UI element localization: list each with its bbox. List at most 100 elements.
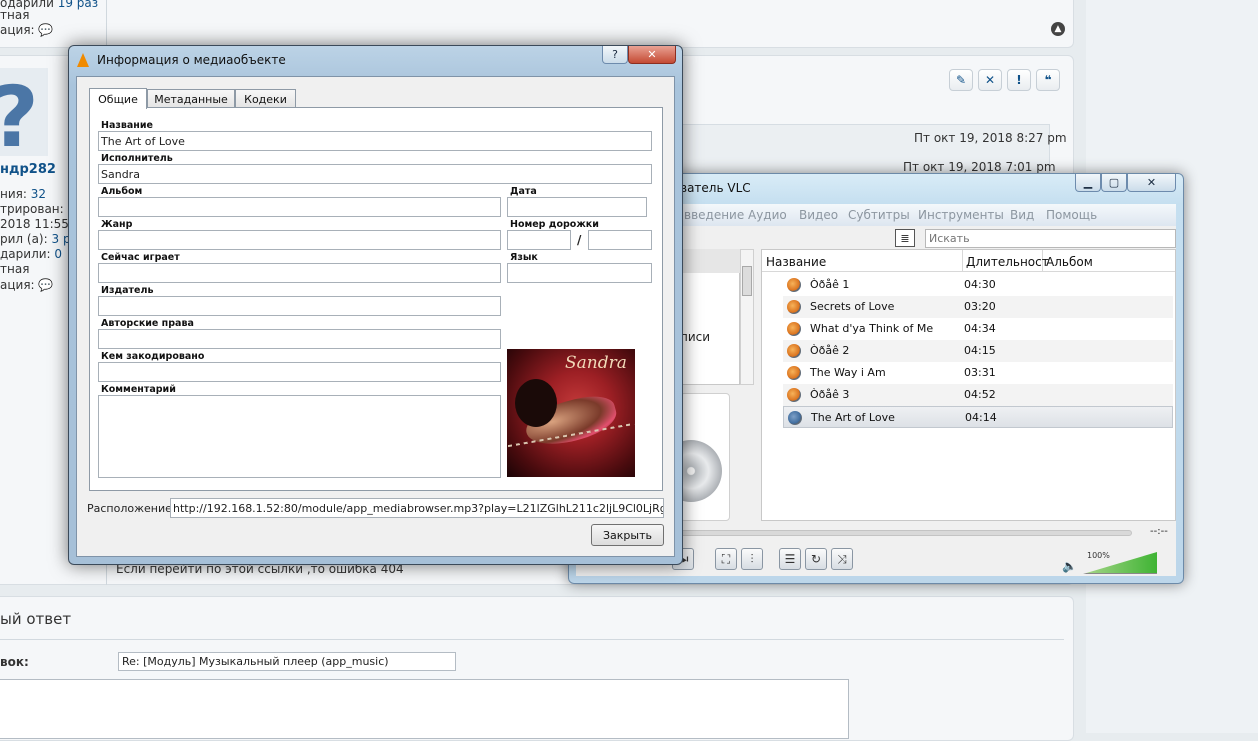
reply-heading: ый ответ xyxy=(0,610,72,628)
forum-stat-received: дарили: 0 xyxy=(0,247,63,261)
playlist-row[interactable]: Òðåê 3 04:52 xyxy=(783,384,1173,406)
volume-icon[interactable]: 🔈 xyxy=(1062,559,1077,573)
forum-stat-registered: трирован: С xyxy=(0,202,76,216)
label-artist: Исполнитель xyxy=(101,153,173,164)
playlist-row[interactable]: Òðåê 2 04:15 xyxy=(783,340,1173,362)
speech-bubble-icon[interactable]: 💬 xyxy=(38,278,53,292)
menu-tools[interactable]: Инструменты xyxy=(918,208,1004,222)
location-field[interactable]: http://192.168.1.52:80/module/app_mediab… xyxy=(170,498,664,518)
forum-stat-thanked: рил (а): 3 р xyxy=(0,232,71,246)
label-now-playing: Сейчас играет xyxy=(101,252,180,263)
menu-help[interactable]: Помощь xyxy=(1046,208,1097,222)
language-field[interactable] xyxy=(507,263,652,283)
playlist-row[interactable]: Secrets of Love 03:20 xyxy=(783,296,1173,318)
reply-divider xyxy=(0,639,1064,640)
post-date-1: Пт окт 19, 2018 8:27 pm xyxy=(914,131,1067,145)
time-display: --:-- xyxy=(1150,526,1168,537)
loop-button[interactable]: ↻ xyxy=(805,548,827,570)
label-copyright: Авторские права xyxy=(101,318,194,329)
message-textarea[interactable] xyxy=(0,679,849,739)
tab-metadata[interactable]: Метаданные xyxy=(147,89,235,109)
speech-bubble-icon[interactable]: 💬 xyxy=(38,23,53,37)
playlist-view-toggle-icon[interactable]: ≣ xyxy=(895,229,915,247)
vlc-cone-icon xyxy=(77,53,89,67)
playlist-row-selected[interactable]: The Art of Love 04:14 xyxy=(783,406,1173,428)
label-track-number: Номер дорожки xyxy=(510,219,599,230)
forum-stat-date: 2018 11:55 xyxy=(0,217,69,231)
track-separator: / xyxy=(577,233,582,247)
tab-general[interactable]: Общие xyxy=(89,88,147,109)
publisher-field[interactable] xyxy=(98,296,501,316)
label-language: Язык xyxy=(510,252,538,263)
scroll-top-icon[interactable]: ▲ xyxy=(1051,22,1065,36)
shuffle-button[interactable]: ⤨ xyxy=(831,548,853,570)
menu-playback[interactable]: введение xyxy=(684,208,744,222)
label-genre: Жанр xyxy=(101,219,133,230)
subject-label: вок: xyxy=(0,655,29,669)
edit-post-button[interactable]: ✎ xyxy=(949,69,973,91)
now-playing-field[interactable] xyxy=(98,263,501,283)
column-album[interactable]: Альбом xyxy=(1046,255,1093,269)
forum-top-panel xyxy=(0,0,1074,48)
menu-audio[interactable]: Аудио xyxy=(748,208,787,222)
playlist-row[interactable]: Òðåê 1 04:30 xyxy=(783,274,1173,296)
menu-subtitles[interactable]: Субтитры xyxy=(848,208,910,222)
encoded-by-field[interactable] xyxy=(98,362,501,382)
track-number-field[interactable] xyxy=(507,230,571,250)
menu-view[interactable]: Вид xyxy=(1010,208,1034,222)
location-label: Расположение: xyxy=(87,502,176,515)
cover-title: Sandra xyxy=(565,353,627,373)
fullscreen-button[interactable]: ⛶ xyxy=(715,548,737,570)
avatar-question-icon: ? xyxy=(0,75,39,159)
tab-codecs[interactable]: Кодеки xyxy=(235,89,296,109)
artist-field[interactable]: Sandra xyxy=(98,164,652,184)
playlist-row[interactable]: What d'ya Think of Me 04:34 xyxy=(783,318,1173,340)
sidebar-item-partial[interactable]: писи xyxy=(680,330,710,344)
dialog-help-button[interactable]: ? xyxy=(602,46,628,64)
vlc-media-icon xyxy=(787,344,801,358)
subject-input[interactable]: Re: [Модуль] Музыкальный плеер (app_musi… xyxy=(118,652,456,671)
genre-field[interactable] xyxy=(98,230,501,250)
dialog-title: Информация о медиаобъекте xyxy=(97,53,286,67)
seek-bar[interactable] xyxy=(680,530,1132,536)
label-title: Название xyxy=(101,120,153,131)
title-field[interactable]: The Art of Love xyxy=(98,131,652,151)
comment-field[interactable] xyxy=(98,395,501,478)
report-post-button[interactable]: ! xyxy=(1007,69,1031,91)
track-total-field[interactable] xyxy=(588,230,652,250)
sidebar-header xyxy=(680,249,740,273)
menu-video[interactable]: Видео xyxy=(799,208,838,222)
forum-stat-reputation: ация: 💬 xyxy=(0,278,54,292)
label-publisher: Издатель xyxy=(101,285,154,296)
maximize-button[interactable]: ▢ xyxy=(1101,174,1127,192)
volume-label: 100% xyxy=(1087,551,1110,560)
forum-username[interactable]: ндр282 xyxy=(0,162,56,177)
forum-stat-word: тная xyxy=(0,262,30,276)
playlist-search-input[interactable] xyxy=(925,229,1176,248)
minimize-button[interactable]: ▁ xyxy=(1075,174,1101,192)
vlc-close-button[interactable]: ✕ xyxy=(1127,174,1176,192)
vlc-media-icon xyxy=(787,366,801,380)
column-title[interactable]: Название xyxy=(766,255,826,269)
column-duration[interactable]: Длительност xyxy=(966,255,1049,269)
forum-top-reputation: ация: 💬 xyxy=(0,23,54,37)
label-encoded-by: Кем закодировано xyxy=(101,351,205,362)
label-date: Дата xyxy=(510,186,537,197)
album-field[interactable] xyxy=(98,197,501,217)
playlist-button[interactable]: ☰ xyxy=(779,548,801,570)
dialog-close-button[interactable]: Закрыть xyxy=(591,524,664,546)
playlist-row[interactable]: The Way i Am 03:31 xyxy=(783,362,1173,384)
copyright-field[interactable] xyxy=(98,329,501,349)
sidebar-scroll-thumb[interactable] xyxy=(742,266,752,296)
vlc-media-icon xyxy=(787,322,801,336)
forum-stat-posts: ния: 32 xyxy=(0,187,47,201)
date-field[interactable] xyxy=(507,197,647,217)
dialog-close-x-button[interactable]: ✕ xyxy=(628,46,676,64)
vlc-media-icon xyxy=(787,388,801,402)
vlc-media-icon xyxy=(788,411,802,425)
delete-post-button[interactable]: ✕ xyxy=(978,69,1002,91)
forum-top-word: тная xyxy=(0,8,30,22)
equalizer-button[interactable]: ⫶ xyxy=(741,548,763,570)
vlc-window-title: ватель VLC xyxy=(680,181,751,195)
quote-post-button[interactable]: ❝ xyxy=(1036,69,1060,91)
